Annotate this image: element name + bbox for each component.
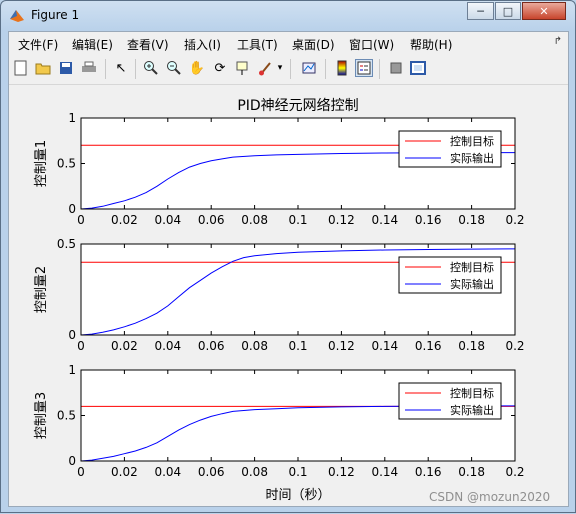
y-tick-label: 0.5 (57, 237, 76, 251)
y-tick-label: 0 (68, 328, 76, 342)
legend: 控制目标实际输出 (398, 256, 502, 294)
x-tick-label: 0.04 (154, 213, 181, 227)
y-tick-label: 1 (68, 111, 76, 125)
x-tick-label: 0.2 (505, 465, 524, 479)
axes-2: 0 0.02 0.04 0.06 0.08 0.1 0.12 0.14 0.16 0.18 0.2 0… (34, 237, 525, 353)
x-tick-label: 0.18 (458, 465, 485, 479)
x-tick-label: 0.18 (458, 213, 485, 227)
y-tick-label: 1 (68, 363, 76, 377)
x-tick-label: 0.08 (241, 339, 268, 353)
x-tick-label: 0.18 (458, 339, 485, 353)
x-tick-label: 0.04 (154, 339, 181, 353)
x-tick-label: 0.08 (241, 213, 268, 227)
y-tick-label: 0.5 (57, 157, 76, 171)
x-tick-label: 0 (77, 213, 85, 227)
x-tick-label: 0.12 (328, 465, 355, 479)
x-tick-label: 0.14 (371, 339, 398, 353)
x-tick-label: 0.2 (505, 213, 524, 227)
x-tick-label: 0.02 (111, 339, 138, 353)
x-tick-label: 0.08 (241, 465, 268, 479)
legend-label: 实际输出 (450, 403, 494, 417)
x-tick-label: 0.12 (328, 339, 355, 353)
x-tick-label: 0.1 (288, 465, 307, 479)
x-tick-label: 0.14 (371, 465, 398, 479)
x-tick-label: 0.16 (415, 339, 442, 353)
y-tick-label: 0.5 (57, 409, 76, 423)
y-tick-label: 0 (68, 202, 76, 216)
x-tick-label: 0 (77, 465, 85, 479)
chart-title: PID神经元网络控制 (237, 98, 358, 114)
x-tick-label: 0.06 (198, 213, 225, 227)
legend: 控制目标实际输出 (398, 382, 502, 420)
legend-label: 控制目标 (450, 134, 494, 148)
legend-label: 控制目标 (450, 386, 494, 400)
figure-window: Figure 1 ─ □ ✕ 文件(F) 编辑(E) 查看(V) 插入(I) 工… (0, 0, 576, 513)
legend-label: 实际输出 (450, 151, 494, 165)
legend: 控制目标实际输出 (398, 130, 502, 168)
x-tick-label: 0.02 (111, 213, 138, 227)
x-tick-label: 0.16 (415, 213, 442, 227)
axes-3: 0 0.02 0.04 0.06 0.08 0.1 0.12 0.14 0.16 0.18 0.2 0… (34, 363, 525, 479)
x-tick-label: 0.1 (288, 213, 307, 227)
y-axis-label: 控制量3 (34, 392, 49, 439)
x-tick-label: 0.06 (198, 465, 225, 479)
watermark: CSDN @mozun2020 (429, 490, 551, 504)
x-tick-label: 0.12 (328, 213, 355, 227)
x-tick-label: 0 (77, 339, 85, 353)
x-axis-label: 时间（秒） (265, 488, 330, 503)
x-tick-label: 0.04 (154, 465, 181, 479)
x-tick-label: 0.1 (288, 339, 307, 353)
axes-1: 0 0.02 0.04 0.06 0.08 0.1 0.12 0.14 0.16 0.18 0.2 0… (34, 111, 525, 227)
y-axis-label: 控制量2 (34, 266, 49, 313)
legend-label: 控制目标 (450, 260, 494, 274)
legend-label: 实际输出 (450, 277, 494, 291)
x-tick-label: 0.2 (505, 339, 524, 353)
x-tick-label: 0.14 (371, 213, 398, 227)
figure-canvas: 0 0.02 0.04 0.06 0.08 0.1 0.12 0.14 0.16 0.18 0.2 0… (34, 98, 525, 503)
x-tick-label: 0.16 (415, 465, 442, 479)
x-tick-label: 0.06 (198, 339, 225, 353)
x-tick-label: 0.02 (111, 465, 138, 479)
y-tick-label: 0 (68, 454, 76, 468)
y-axis-label: 控制量1 (34, 140, 49, 187)
